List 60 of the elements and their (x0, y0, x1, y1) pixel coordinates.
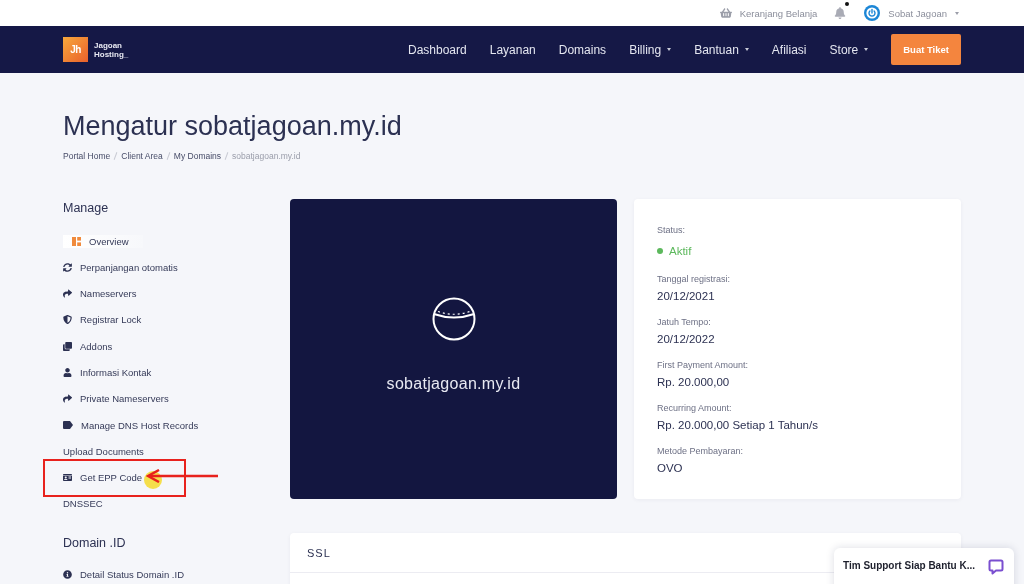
caret-icon (955, 11, 959, 15)
breadcrumb-current-page: sobatjagoan.my.id (232, 151, 301, 161)
cart-link[interactable]: Keranjang Belanja (719, 7, 818, 19)
refresh-icon (63, 262, 72, 272)
nav-link[interactable]: Layanan (489, 42, 536, 57)
sidebar-item[interactable]: Addons (63, 339, 113, 353)
domain-name: sobatjagoan.my.id (386, 375, 521, 393)
chat-icon (988, 559, 1004, 575)
nav-link[interactable]: Afiliasi (771, 42, 807, 57)
nav-link[interactable]: Domains (558, 42, 607, 57)
dashboard-icon (72, 236, 81, 246)
sidebar-item[interactable]: Informasi Kontak (63, 366, 152, 379)
info-icon (63, 570, 72, 580)
field-label: Metode Pembayaran: (657, 445, 744, 457)
user-menu[interactable]: Sobat Jagoan (864, 5, 959, 21)
user-icon (63, 368, 72, 377)
label-icon (63, 421, 73, 430)
field-value: 20/12/2021 (657, 289, 715, 303)
nav-link[interactable]: Dashboard (408, 42, 467, 57)
basket-icon (719, 7, 732, 19)
annotation-arrow (146, 468, 218, 483)
clone-icon (63, 341, 72, 351)
brand-name[interactable]: Jagoan Hosting_ (94, 40, 129, 59)
bell-icon[interactable] (834, 7, 847, 19)
field-label: Jatuh Tempo: (657, 316, 711, 328)
field-value: 20/12/2022 (657, 332, 715, 346)
nav-link[interactable]: Bantuan (694, 42, 749, 57)
sidebar-item[interactable]: Registrar Lock (63, 313, 142, 327)
shield-icon (63, 315, 72, 325)
field-label: Tanggal registrasi: (657, 273, 731, 285)
share-arrow-icon (63, 394, 72, 404)
field-value: Rp. 20.000,00 (657, 375, 730, 389)
nav-link[interactable]: Store (829, 42, 869, 57)
sidebar-item[interactable]: Nameservers (63, 287, 137, 301)
status-value: Aktif (669, 244, 692, 258)
sidebar-item[interactable]: Detail Status Domain .ID (63, 568, 184, 582)
sidebar-item[interactable]: Upload Documents (63, 444, 144, 458)
breadcrumb-link[interactable]: My Domains (173, 151, 222, 161)
chat-launcher-button[interactable]: Tim Support Siap Bantu K... (834, 548, 1014, 584)
breadcrumb-link[interactable]: Portal Home (63, 151, 111, 161)
field-label: Recurring Amount: (657, 402, 732, 414)
sidebar-heading: Domain .ID (63, 535, 126, 553)
sidebar-heading: Manage (63, 200, 109, 217)
power-icon (864, 5, 881, 21)
breadcrumb-link[interactable]: Client Area (121, 151, 163, 161)
sidebar-item[interactable]: Get EPP Code (63, 471, 143, 485)
share-arrow-icon (63, 289, 72, 299)
field-label: Status: (657, 224, 685, 236)
sidebar-item[interactable]: Perpanjangan otomatis (63, 260, 178, 274)
field-value: OVO (657, 461, 683, 475)
panel-title: SSL (307, 546, 331, 559)
sidebar-item[interactable]: DNSSEC (63, 497, 103, 511)
field-value: Rp. 20.000,00 Setiap 1 Tahun/s (657, 418, 818, 432)
sidebar-item[interactable]: Private Nameservers (63, 392, 169, 406)
nav-link[interactable]: Billing (629, 42, 672, 57)
page-title: Mengatur sobatjagoan.my.id (63, 110, 402, 142)
id-card-icon (63, 473, 72, 483)
globe-icon (431, 297, 476, 341)
sidebar-item[interactable]: Manage DNS Host Records (63, 418, 199, 432)
field-label: First Payment Amount: (657, 359, 749, 371)
